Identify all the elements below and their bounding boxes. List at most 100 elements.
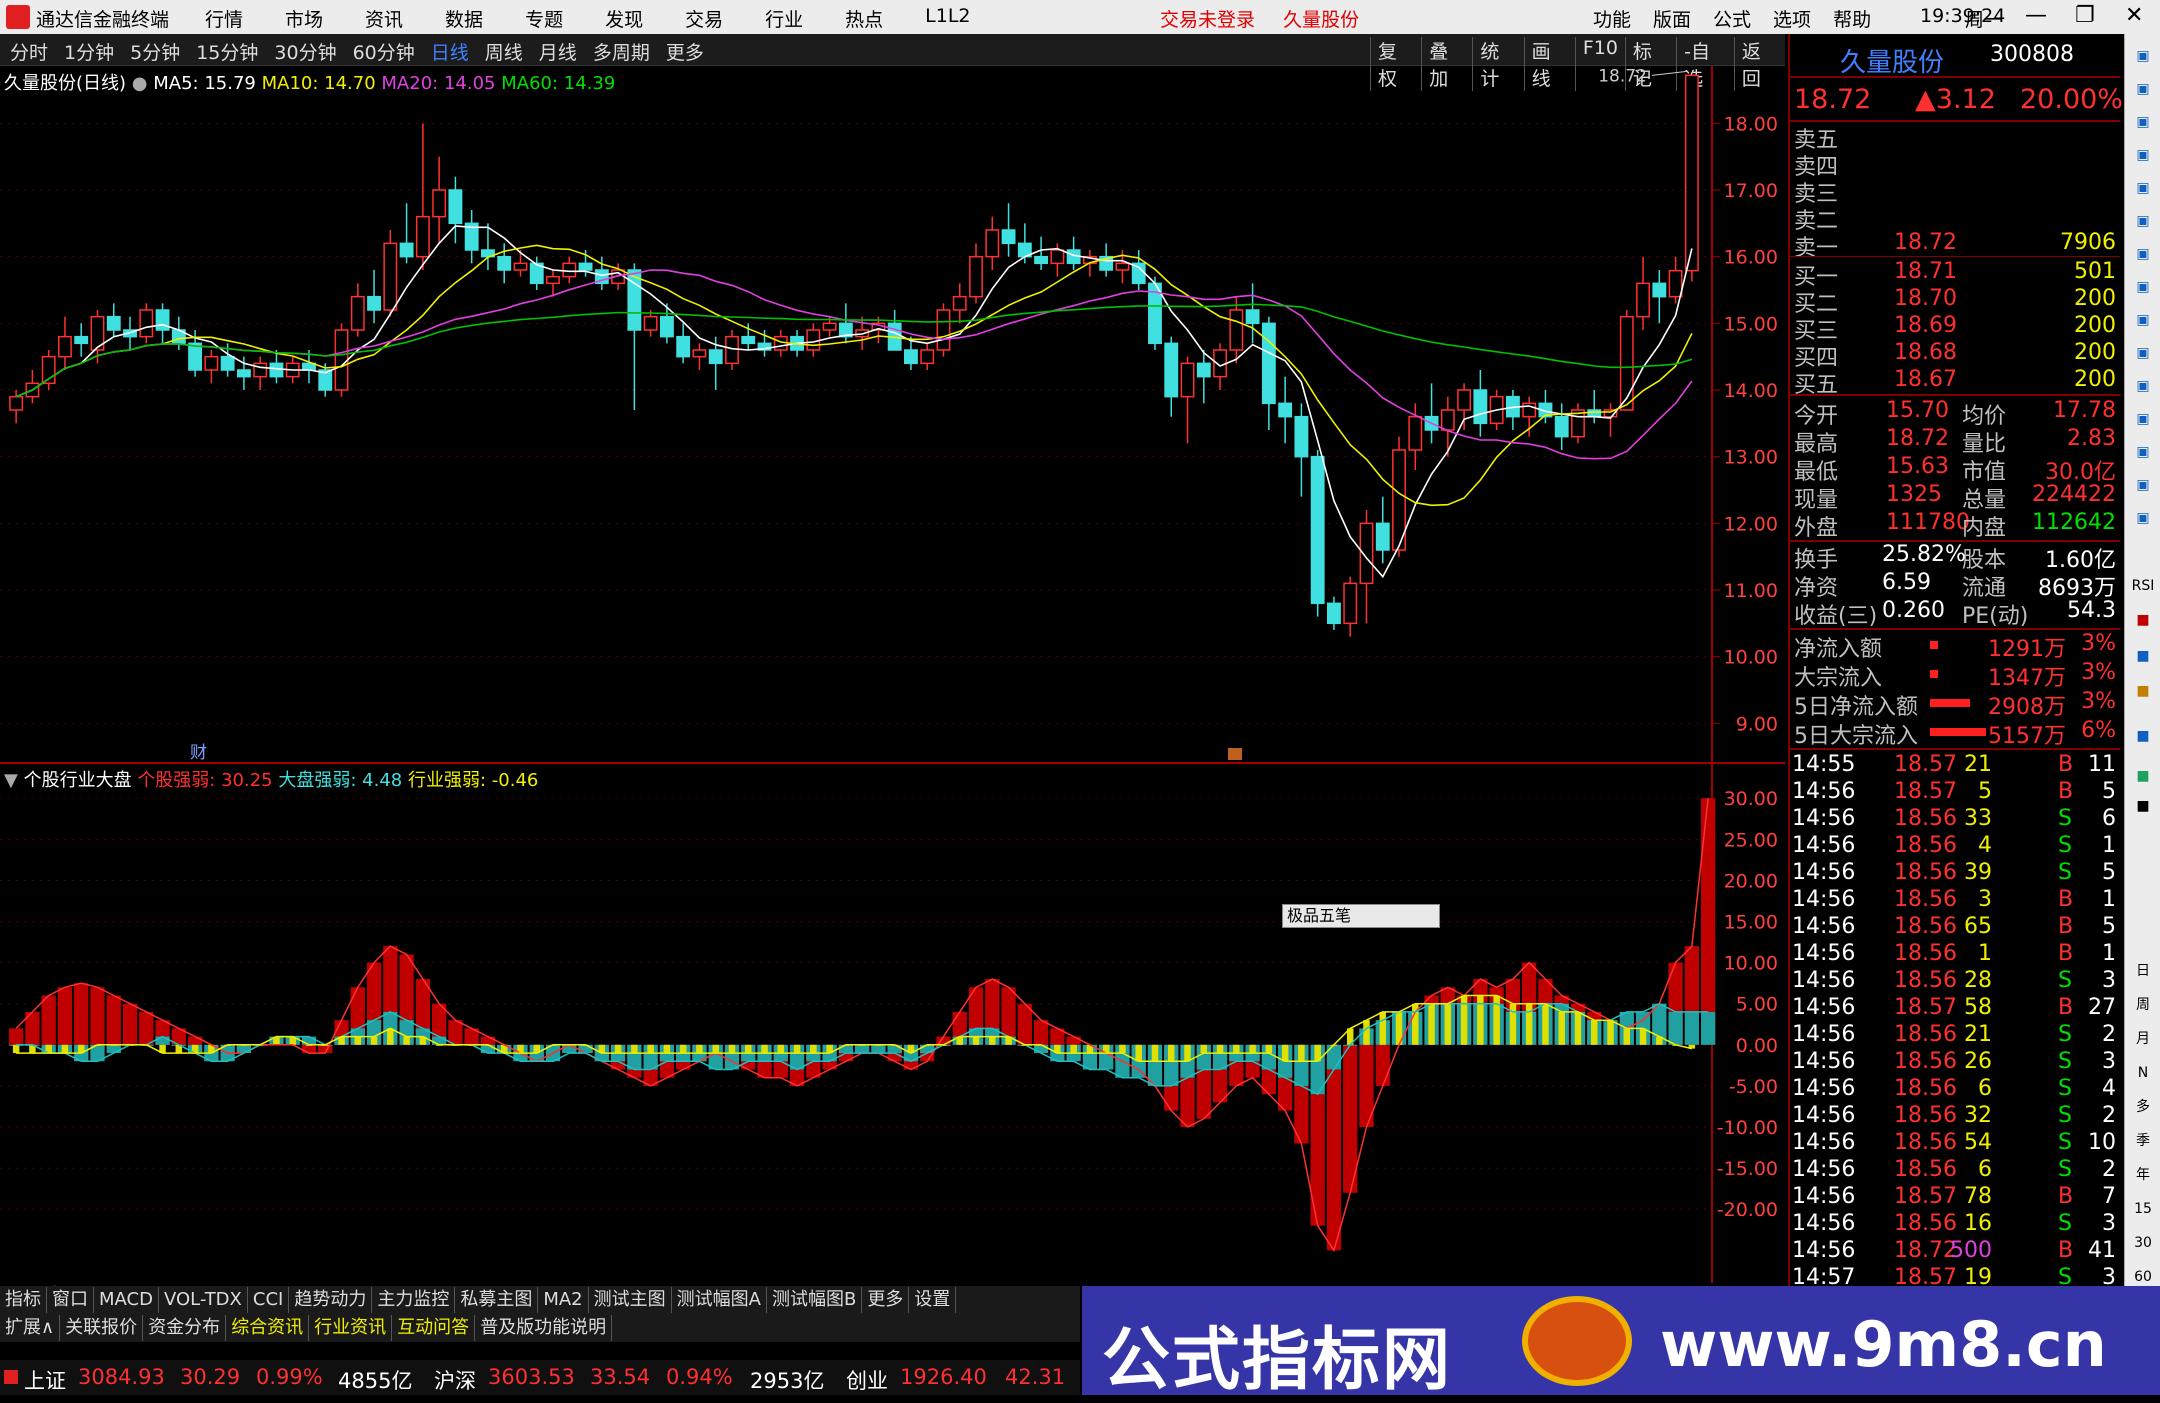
side-period-button[interactable]: 月 <box>2131 1027 2155 1051</box>
collapse-icon[interactable]: ▼ <box>4 770 18 791</box>
menu-item[interactable]: 功能 <box>1593 5 1631 32</box>
period-tab[interactable]: 日线 <box>431 38 469 65</box>
bottom-tab[interactable]: 主力监控 <box>372 1287 456 1313</box>
flag-icon[interactable]: ■ <box>2131 608 2155 632</box>
menu-item[interactable]: 行情 <box>205 5 243 32</box>
down-arrow-icon[interactable]: ▣ <box>2131 77 2155 101</box>
fs-icon[interactable]: ■ <box>2131 724 2155 748</box>
close-icon[interactable]: ✕ <box>2125 3 2143 28</box>
bottom-tab[interactable]: 测试主图 <box>589 1287 672 1313</box>
menu-item[interactable]: 行业 <box>765 5 803 32</box>
bar-icon[interactable]: ▣ <box>2131 176 2155 200</box>
period-tab[interactable]: 15分钟 <box>196 38 258 65</box>
chart-icon[interactable]: ▣ <box>2131 110 2155 134</box>
fund-icon[interactable]: ▣ <box>2131 308 2155 332</box>
menu-item[interactable]: L1L2 <box>925 5 970 32</box>
bottom-tab[interactable]: CCI <box>248 1287 290 1313</box>
bottom-tab[interactable]: 指标 <box>0 1287 47 1313</box>
menu-item[interactable]: 热点 <box>845 5 883 32</box>
bottom-tab[interactable]: 行业资讯 <box>309 1315 393 1341</box>
tick-price: 18.56 <box>1894 1049 1957 1074</box>
period-tab[interactable]: 多周期 <box>593 38 650 65</box>
side-period-button[interactable]: 30 <box>2131 1231 2155 1255</box>
pie-icon[interactable]: ▣ <box>2131 506 2155 530</box>
login-status[interactable]: 交易未登录 <box>1160 9 1255 31</box>
side-period-button[interactable]: RSI <box>2131 574 2155 598</box>
bottom-tab[interactable]: 普及版功能说明 <box>475 1315 613 1341</box>
bottom-tab[interactable]: 关联报价 <box>60 1315 144 1341</box>
bottom-tab[interactable]: VOL-TDX <box>159 1287 248 1313</box>
period-tab[interactable]: 5分钟 <box>130 38 180 65</box>
side-period-button[interactable]: 多 <box>2131 1095 2155 1119</box>
industry-strength-bar <box>1590 1020 1598 1045</box>
period-tab[interactable]: 分时 <box>10 38 48 65</box>
market-strength: 大盘强弱: 4.48 <box>278 770 403 791</box>
side-period-button[interactable]: 周 <box>2131 993 2155 1017</box>
menu-item[interactable]: 版面 <box>1653 5 1691 32</box>
tick-count: 2 <box>2102 1157 2116 1182</box>
menu-item[interactable]: 资讯 <box>365 5 403 32</box>
line-icon[interactable]: ▣ <box>2131 209 2155 233</box>
bottom-tab[interactable]: 综合资讯 <box>226 1315 310 1341</box>
bottom-tab[interactable]: 资金分布 <box>143 1315 227 1341</box>
up-arrow-icon[interactable]: ▣ <box>2131 44 2155 68</box>
menu-item[interactable]: 选项 <box>1773 5 1811 32</box>
period-tab[interactable]: 30分钟 <box>274 38 336 65</box>
bottom-tab[interactable]: 测试幅图A <box>672 1287 767 1313</box>
sh-label[interactable]: 上证 <box>24 1365 66 1395</box>
ime-toolbar[interactable]: 极品五笔 <box>1282 904 1440 928</box>
bottom-tab[interactable]: MACD <box>94 1287 159 1313</box>
ring-icon[interactable]: ▣ <box>2131 473 2155 497</box>
bottom-tab[interactable]: 私募主图 <box>455 1287 539 1313</box>
kline-chart[interactable]: 18.00 17.00 16.00 15.00 14.00 13.00 12.00 11.00… <box>0 66 1785 1286</box>
quote-row: 14:56 18.56 6 S 4 <box>1790 1076 2120 1103</box>
cy-label[interactable]: 创业 <box>846 1365 888 1395</box>
restore-icon[interactable]: ❐ <box>2075 3 2095 28</box>
side-period-button[interactable]: 年 <box>2131 1163 2155 1187</box>
tick-count: 6 <box>2102 806 2116 831</box>
minimize-icon[interactable]: — <box>2025 3 2047 28</box>
tick-time: 14:56 <box>1792 1130 1856 1155</box>
grid-icon[interactable]: ▣ <box>2131 143 2155 167</box>
candle-icon[interactable]: ▣ <box>2131 242 2155 266</box>
table-icon[interactable]: ▣ <box>2131 275 2155 299</box>
fs-icon[interactable]: ▣ <box>2131 407 2155 431</box>
f10-icon[interactable]: ▣ <box>2131 374 2155 398</box>
bottom-tab[interactable]: 窗口 <box>47 1287 94 1313</box>
bottom-tab[interactable]: 更多 <box>862 1287 910 1313</box>
pen-icon[interactable]: ■ <box>2131 679 2155 703</box>
period-tab[interactable]: 更多 <box>666 38 704 65</box>
period-tab[interactable]: 月线 <box>539 38 577 65</box>
period-tab[interactable]: 1分钟 <box>64 38 114 65</box>
sz-label[interactable]: 沪深 <box>434 1365 476 1395</box>
watermark-url: www.9m8.cn <box>1660 1308 2107 1381</box>
color-icon[interactable]: ■ <box>2131 764 2155 788</box>
menu-item[interactable]: 交易 <box>685 5 723 32</box>
menu-item[interactable]: 发现 <box>605 5 643 32</box>
side-period-button[interactable]: 日 <box>2131 959 2155 983</box>
strength-axis-label: 20.00 <box>1724 870 1778 892</box>
bottom-tab[interactable]: 扩展∧ <box>0 1315 61 1341</box>
side-period-button[interactable]: 15 <box>2131 1197 2155 1221</box>
bottom-tab[interactable]: 测试幅图B <box>767 1287 863 1313</box>
industry-strength-bar <box>1070 1044 1077 1054</box>
period-tab[interactable]: 周线 <box>485 38 523 65</box>
move-icon[interactable]: ■ <box>2131 644 2155 668</box>
menu-item[interactable]: 专题 <box>525 5 563 32</box>
candle <box>106 303 121 337</box>
bottom-tab[interactable]: 趋势动力 <box>289 1287 373 1313</box>
side-period-button[interactable]: N <box>2131 1061 2155 1085</box>
layout-icon[interactable]: ▣ <box>2131 341 2155 365</box>
bottom-tab[interactable]: MA2 <box>538 1287 589 1313</box>
a-icon[interactable]: ■ <box>2131 794 2155 818</box>
period-tab[interactable]: 60分钟 <box>353 38 415 65</box>
clock-icon[interactable]: ▣ <box>2131 440 2155 464</box>
menu-item[interactable]: 帮助 <box>1833 5 1871 32</box>
menu-item[interactable]: 公式 <box>1713 5 1751 32</box>
menu-item[interactable]: 数据 <box>445 5 483 32</box>
bottom-tab[interactable]: 互动问答 <box>392 1315 476 1341</box>
side-period-button[interactable]: 季 <box>2131 1129 2155 1153</box>
bottom-tab[interactable]: 设置 <box>909 1287 957 1313</box>
quote-row: 14:56 18.56 28 S 3 <box>1790 968 2120 995</box>
menu-item[interactable]: 市场 <box>285 5 323 32</box>
